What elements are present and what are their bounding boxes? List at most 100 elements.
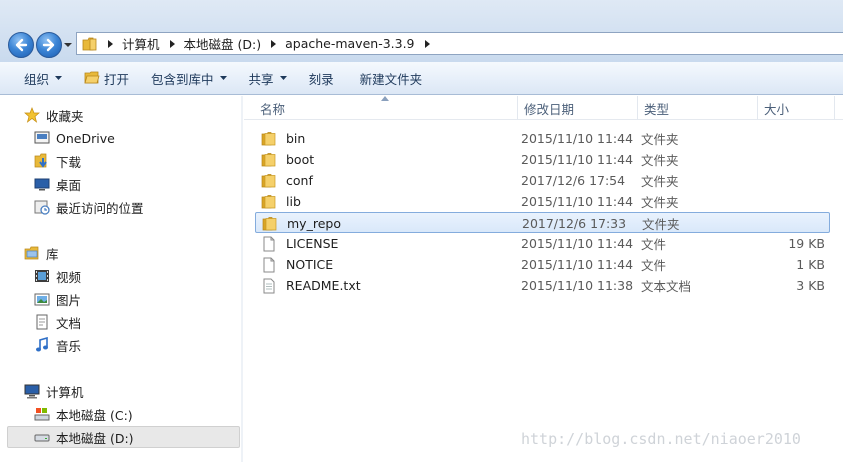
file-name-cell: bin <box>261 128 305 149</box>
desktop-icon <box>34 178 50 191</box>
burn-button[interactable]: 刻录 <box>301 66 342 90</box>
column-date-modified[interactable]: 修改日期 <box>518 96 638 120</box>
drive-icon <box>34 434 50 442</box>
back-arrow-icon <box>15 38 28 52</box>
file-type: 文件 <box>641 237 667 252</box>
nav-item-documents[interactable]: 文档 <box>34 311 81 333</box>
nav-libraries-label: 库 <box>46 246 59 262</box>
nav-item-label: 本地磁盘 (C:) <box>56 407 133 423</box>
breadcrumb-drive-d[interactable]: 本地磁盘 (D:) <box>184 34 262 53</box>
file-name: bin <box>286 131 306 146</box>
file-name: NOTICE <box>286 257 334 272</box>
chevron-down-icon <box>279 76 287 80</box>
star-icon <box>24 107 40 123</box>
chevron-down-icon <box>55 76 63 80</box>
nav-item-videos[interactable]: 视频 <box>34 265 81 287</box>
music-icon <box>36 337 48 352</box>
open-folder-icon <box>84 71 100 84</box>
column-header-row: 名称 修改日期 类型 大小 <box>244 96 843 120</box>
file-row-lib[interactable]: lib 2015/11/10 11:44 文件夹 <box>255 191 830 212</box>
text-file-icon <box>263 278 275 293</box>
file-name-cell: LICENSE <box>261 233 338 254</box>
new-folder-label: 新建文件夹 <box>359 71 423 87</box>
include-in-library-label: 包含到库中 <box>151 71 214 87</box>
nav-item-drive-d[interactable]: 本地磁盘 (D:) <box>7 426 240 448</box>
new-folder-button[interactable]: 新建文件夹 <box>352 66 431 90</box>
file-size: 19 KB <box>788 236 825 251</box>
libraries-icon <box>24 246 39 260</box>
folder-icon <box>261 173 276 187</box>
recent-places-icon <box>34 200 50 215</box>
file-date: 2015/11/10 11:44 <box>521 194 634 209</box>
nav-computer-label: 计算机 <box>46 384 84 400</box>
nav-item-desktop[interactable]: 桌面 <box>34 173 81 195</box>
downloads-folder-icon <box>34 153 47 168</box>
navigation-pane-scrollbar[interactable] <box>241 96 243 462</box>
include-in-library-button[interactable]: 包含到库中 <box>143 66 235 90</box>
file-date: 2015/11/10 11:44 <box>521 236 634 251</box>
nav-libraries[interactable]: 库 <box>24 242 59 264</box>
breadcrumb-maven-folder[interactable]: apache-maven-3.3.9 <box>285 36 414 51</box>
file-date: 2015/11/10 11:44 <box>521 152 634 167</box>
organize-button[interactable]: 组织 <box>16 66 70 90</box>
open-button[interactable]: 打开 <box>76 66 137 90</box>
file-row-notice[interactable]: NOTICE 2015/11/10 11:44 文件 1 KB <box>255 254 830 275</box>
recent-pages-dropdown-icon[interactable] <box>64 41 72 49</box>
file-name: LICENSE <box>286 236 339 251</box>
column-type[interactable]: 类型 <box>638 96 758 120</box>
breadcrumb-separator-icon[interactable] <box>270 39 277 48</box>
video-icon <box>35 270 49 282</box>
nav-item-label: OneDrive <box>56 130 115 146</box>
file-row-readme-txt[interactable]: README.txt 2015/11/10 11:38 文本文档 3 KB <box>255 275 830 296</box>
file-type: 文件夹 <box>641 153 679 168</box>
back-button[interactable] <box>8 32 34 58</box>
onedrive-icon <box>34 131 50 144</box>
breadcrumb-computer[interactable]: 计算机 <box>122 34 160 53</box>
pictures-icon <box>34 293 50 306</box>
file-name: my_repo <box>287 216 341 231</box>
file-date: 2015/11/10 11:44 <box>521 131 634 146</box>
column-size[interactable]: 大小 <box>758 96 835 120</box>
file-row-bin[interactable]: bin 2015/11/10 11:44 文件夹 <box>255 128 830 149</box>
nav-item-label: 音乐 <box>56 338 82 354</box>
breadcrumb-separator-icon[interactable] <box>424 39 431 48</box>
nav-item-label: 图片 <box>56 292 82 308</box>
nav-item-label: 桌面 <box>56 177 82 193</box>
command-toolbar: 组织 打开 包含到库中 共享 刻录 新建文件夹 <box>0 62 843 95</box>
nav-item-recent-places[interactable]: 最近访问的位置 <box>34 196 144 218</box>
file-name-cell: my_repo <box>262 213 341 234</box>
nav-item-music[interactable]: 音乐 <box>34 334 81 356</box>
file-type: 文件夹 <box>641 174 679 189</box>
folder-icon <box>261 131 276 145</box>
computer-icon <box>24 384 40 399</box>
file-name-cell: boot <box>261 149 314 170</box>
forward-button[interactable] <box>36 32 62 58</box>
address-bar[interactable]: 计算机 本地磁盘 (D:) apache-maven-3.3.9 <box>76 32 843 55</box>
folder-icon <box>261 194 276 208</box>
organize-label: 组织 <box>24 71 50 87</box>
nav-item-downloads[interactable]: 下载 <box>34 150 81 172</box>
file-name-cell: README.txt <box>261 275 361 296</box>
forward-arrow-icon <box>42 38 55 52</box>
nav-item-onedrive[interactable]: OneDrive <box>34 127 115 149</box>
nav-favorites[interactable]: 收藏夹 <box>24 104 84 126</box>
title-bar: 计算机 本地磁盘 (D:) apache-maven-3.3.9 <box>0 0 843 62</box>
file-row-conf[interactable]: conf 2017/12/6 17:54 文件夹 <box>255 170 830 191</box>
system-drive-icon <box>34 408 50 421</box>
nav-item-label: 下载 <box>56 154 82 170</box>
file-name-cell: NOTICE <box>261 254 333 275</box>
nav-computer[interactable]: 计算机 <box>24 380 84 402</box>
breadcrumb-separator-icon[interactable] <box>107 39 114 48</box>
share-button[interactable]: 共享 <box>241 66 295 90</box>
breadcrumb-separator-icon[interactable] <box>169 39 176 48</box>
nav-item-label: 文档 <box>56 315 82 331</box>
nav-item-drive-c[interactable]: 本地磁盘 (C:) <box>34 403 133 425</box>
file-row-license[interactable]: LICENSE 2015/11/10 11:44 文件 19 KB <box>255 233 830 254</box>
nav-item-label: 最近访问的位置 <box>56 200 144 216</box>
column-name[interactable]: 名称 <box>254 96 518 120</box>
file-row-my-repo[interactable]: my_repo 2017/12/6 17:33 文件夹 <box>255 212 830 233</box>
nav-item-pictures[interactable]: 图片 <box>34 288 81 310</box>
folder-icon <box>261 152 276 166</box>
share-label: 共享 <box>248 71 274 87</box>
file-row-boot[interactable]: boot 2015/11/10 11:44 文件夹 <box>255 149 830 170</box>
